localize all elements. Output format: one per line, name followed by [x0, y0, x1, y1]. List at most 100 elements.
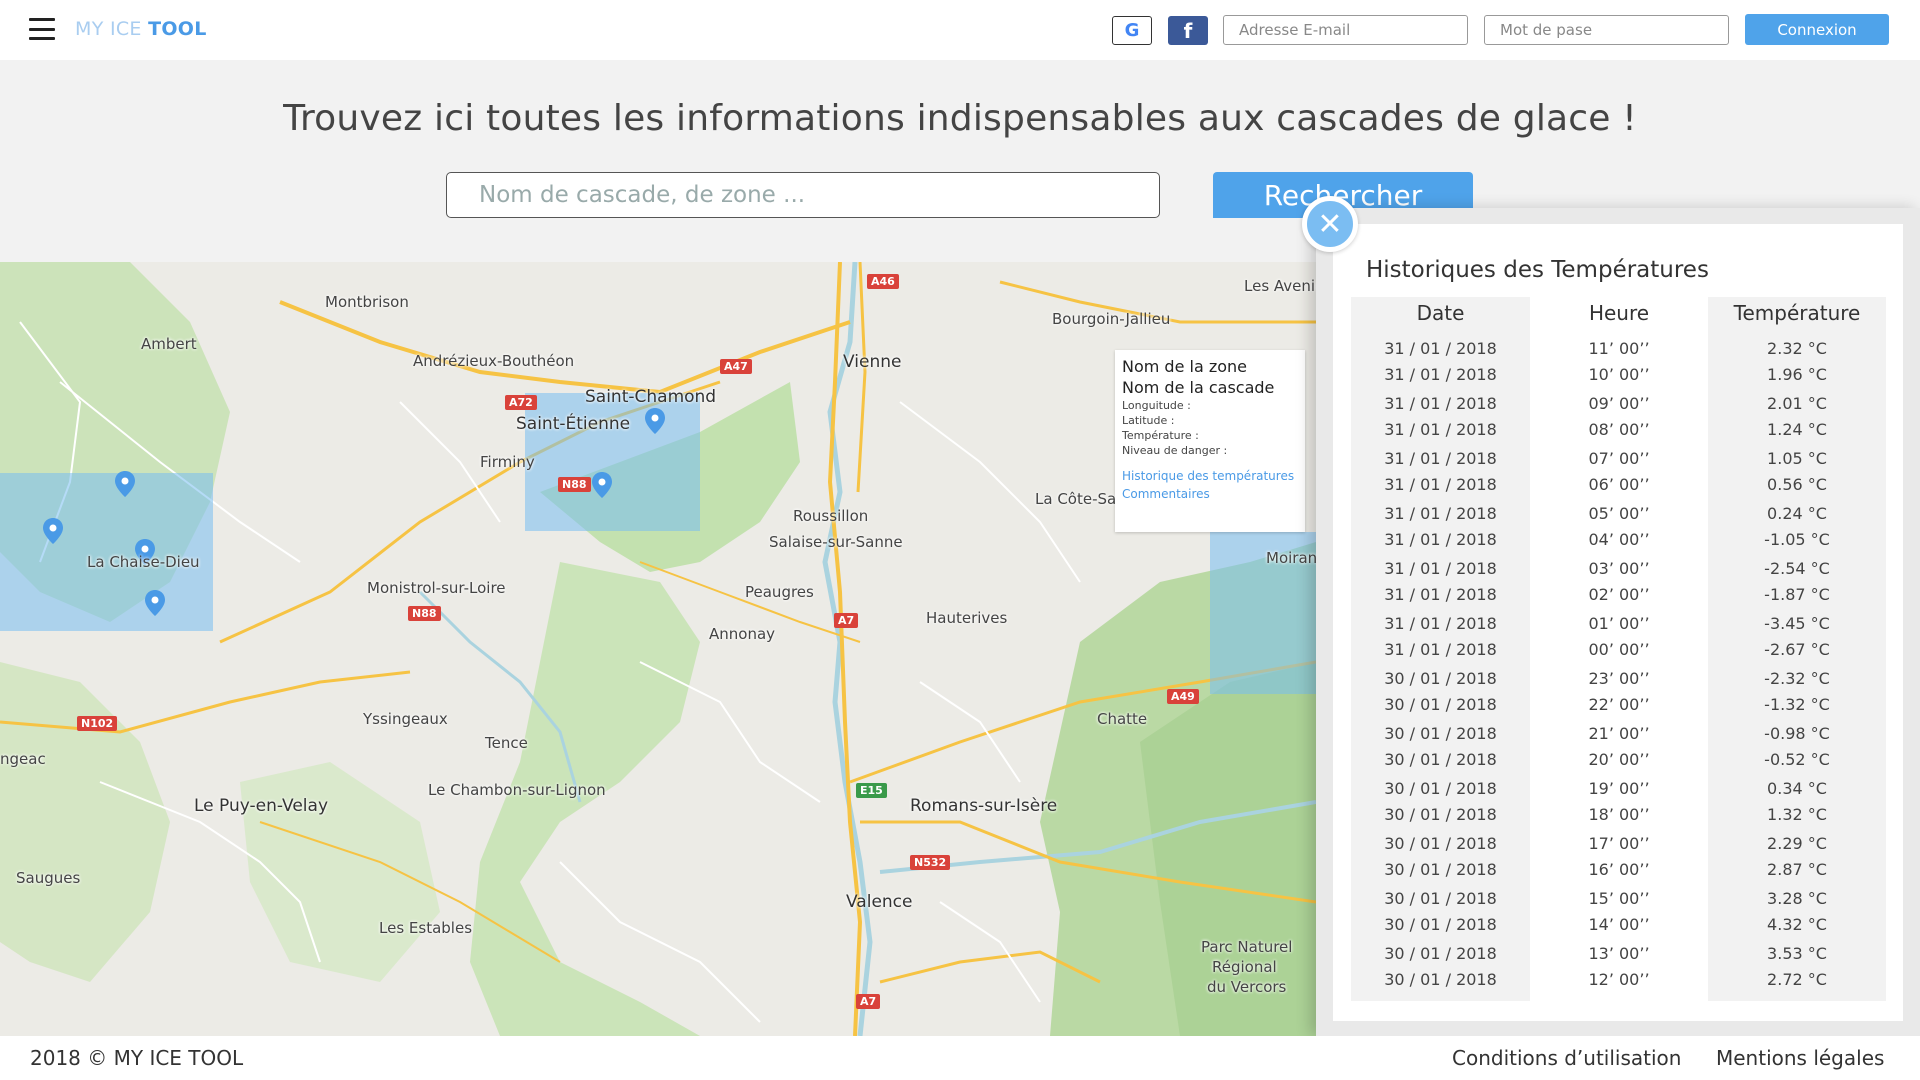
cell-time: 06’ 00’’ [1588, 475, 1650, 494]
table-row: 30 / 01 / 2018 13’ 00’’ 3.53 °C [1351, 941, 1886, 967]
cell-temperature: -0.52 °C [1764, 750, 1830, 769]
cell-date: 30 / 01 / 2018 [1384, 915, 1497, 934]
cell-time: 05’ 00’’ [1588, 504, 1650, 523]
cell-time: 07’ 00’’ [1588, 449, 1650, 468]
cell-temperature: 1.24 °C [1767, 420, 1827, 439]
road-shield: A49 [1167, 689, 1199, 704]
cell-time: 11’ 00’’ [1588, 339, 1650, 358]
close-icon: ✕ [1317, 206, 1343, 242]
brand-part-1: MY ICE [75, 18, 142, 40]
cell-time: 19’ 00’’ [1588, 779, 1650, 798]
cell-time: 03’ 00’’ [1588, 559, 1650, 578]
road-shield: N88 [558, 477, 591, 492]
road-shield: A7 [834, 613, 859, 628]
city-label: Andrézieux-Bouthéon [413, 352, 575, 370]
cell-time: 08’ 00’’ [1588, 420, 1650, 439]
login-button[interactable]: Connexion [1745, 14, 1889, 45]
road-shield: A46 [867, 274, 899, 289]
cell-time: 23’ 00’’ [1588, 669, 1650, 688]
table-row: 31 / 01 / 2018 04’ 00’’ -1.05 °C [1351, 527, 1886, 553]
cell-date: 31 / 01 / 2018 [1384, 640, 1497, 659]
cell-temperature: -1.87 °C [1764, 585, 1830, 604]
cell-time: 10’ 00’’ [1588, 365, 1650, 384]
city-label: Tence [485, 734, 528, 752]
header-date: Date [1416, 301, 1465, 325]
city-label: Saint-Chamond [585, 387, 717, 407]
temperature-table: Date Heure Température 31 / 01 / 2018 11’… [1351, 297, 1886, 1001]
city-label: Les Estables [379, 919, 473, 937]
city-label: Saint-Étienne [516, 414, 631, 434]
cell-time: 09’ 00’’ [1588, 394, 1650, 413]
city-label: Valence [846, 892, 913, 912]
cell-time: 14’ 00’’ [1588, 915, 1650, 934]
cell-time: 16’ 00’’ [1588, 860, 1650, 879]
city-label: Annonay [709, 625, 776, 643]
table-row: 30 / 01 / 2018 17’ 00’’ 2.29 °C [1351, 831, 1886, 857]
city-label: Peaugres [745, 583, 814, 601]
zone-overlay[interactable] [0, 473, 213, 631]
header-time: Heure [1588, 301, 1650, 325]
email-field[interactable] [1223, 15, 1468, 45]
cell-date: 30 / 01 / 2018 [1384, 944, 1497, 963]
hamburger-menu-icon[interactable] [29, 18, 55, 40]
road-shield: A7 [856, 994, 881, 1009]
cell-temperature: 2.01 °C [1767, 394, 1827, 413]
cell-temperature: 1.32 °C [1767, 805, 1827, 824]
cell-date: 30 / 01 / 2018 [1384, 750, 1497, 769]
facebook-login-button[interactable]: f [1168, 16, 1208, 45]
legal-notice-link[interactable]: Mentions légales [1716, 1046, 1884, 1070]
brand-part-2: TOOL [148, 18, 207, 40]
cell-date: 30 / 01 / 2018 [1384, 970, 1497, 989]
password-field[interactable] [1484, 15, 1729, 45]
cell-time: 12’ 00’’ [1588, 970, 1650, 989]
city-label: Vienne [843, 352, 902, 372]
city-label: La Chaise-Dieu [87, 553, 200, 571]
table-row: 31 / 01 / 2018 09’ 00’’ 2.01 °C [1351, 391, 1886, 417]
city-label: Régional [1212, 958, 1277, 976]
table-row: 31 / 01 / 2018 01’ 00’’ -3.45 °C [1351, 611, 1886, 637]
city-label: ngeac [0, 750, 46, 768]
cell-temperature: 2.29 °C [1767, 834, 1827, 853]
cell-time: 04’ 00’’ [1588, 530, 1650, 549]
road-shield: E15 [856, 783, 887, 798]
map-pin-icon[interactable] [115, 471, 135, 497]
cell-temperature: 0.24 °C [1767, 504, 1827, 523]
footer: 2018 © MY ICE TOOL Conditions d’utilisat… [0, 1036, 1920, 1080]
table-row: 30 / 01 / 2018 12’ 00’’ 2.72 °C [1351, 967, 1886, 993]
cell-time: 18’ 00’’ [1588, 805, 1650, 824]
comments-link[interactable]: Commentaires [1122, 485, 1298, 503]
cell-temperature: -0.98 °C [1764, 724, 1830, 743]
city-label: Romans-sur-Isère [910, 796, 1058, 816]
table-row: 30 / 01 / 2018 14’ 00’’ 4.32 °C [1351, 912, 1886, 938]
cell-temperature: 2.72 °C [1767, 970, 1827, 989]
city-label: Les Avenières [1244, 277, 1316, 295]
road-shield: N532 [910, 855, 951, 870]
cell-temperature: -2.54 °C [1764, 559, 1830, 578]
cell-date: 31 / 01 / 2018 [1384, 559, 1497, 578]
close-panel-button[interactable]: ✕ [1302, 196, 1358, 252]
cell-temperature: 0.34 °C [1767, 779, 1827, 798]
cell-date: 31 / 01 / 2018 [1384, 394, 1497, 413]
city-label: Yssingeaux [363, 710, 448, 728]
cell-time: 15’ 00’’ [1588, 889, 1650, 908]
temperature-history-link[interactable]: Historique des températures [1122, 467, 1298, 485]
top-bar: MY ICE TOOL G f Connexion [0, 0, 1920, 60]
map-pin-icon[interactable] [145, 590, 165, 616]
cell-temperature: 3.53 °C [1767, 944, 1827, 963]
city-label: Moirans [1266, 549, 1316, 567]
city-label: Chatte [1097, 710, 1148, 728]
header-temperature: Température [1733, 301, 1861, 325]
table-row: 30 / 01 / 2018 18’ 00’’ 1.32 °C [1351, 802, 1886, 828]
terms-link[interactable]: Conditions d’utilisation [1452, 1046, 1681, 1070]
city-label: Roussillon [793, 507, 869, 525]
city-label: Monistrol-sur-Loire [367, 579, 506, 597]
brand-logo[interactable]: MY ICE TOOL [75, 18, 207, 40]
map-pin-icon[interactable] [43, 518, 63, 544]
map-pin-icon[interactable] [592, 472, 612, 498]
search-input[interactable] [446, 172, 1160, 218]
map-pin-icon[interactable] [645, 408, 665, 434]
table-row: 31 / 01 / 2018 05’ 00’’ 0.24 °C [1351, 501, 1886, 527]
cell-temperature: 2.32 °C [1767, 339, 1827, 358]
google-login-button[interactable]: G [1112, 16, 1152, 45]
temperature-label: Température : [1122, 429, 1199, 442]
